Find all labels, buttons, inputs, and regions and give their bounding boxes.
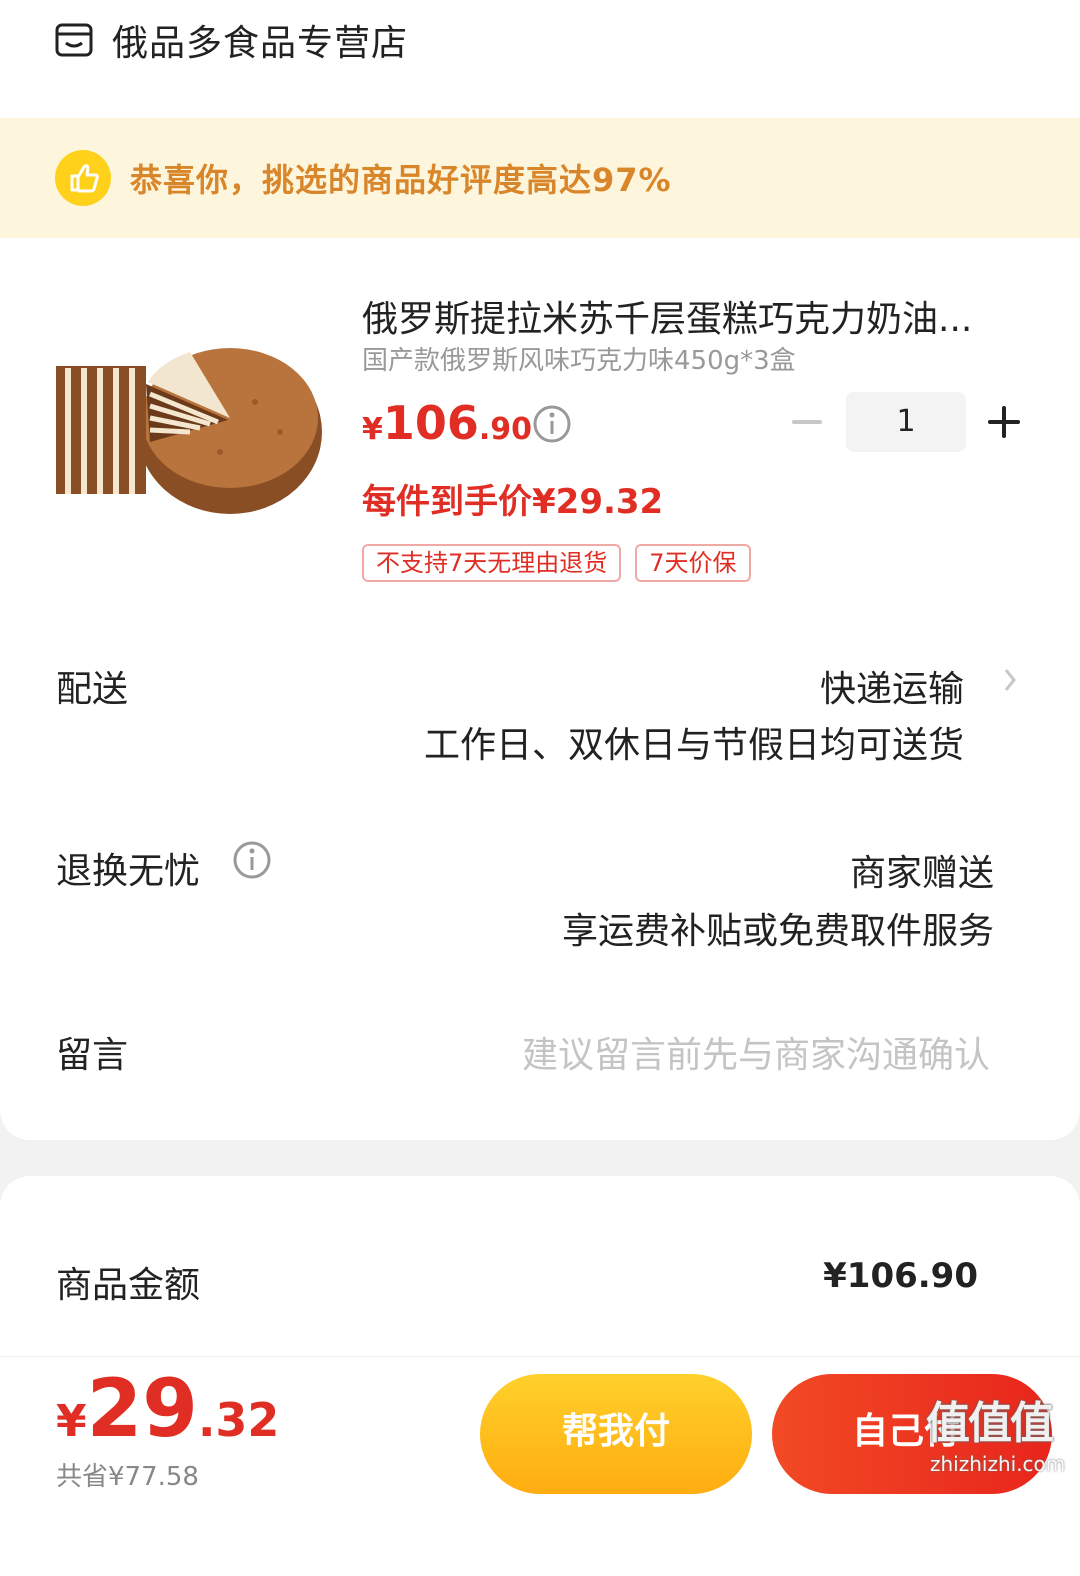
remark-input[interactable]: 建议留言前先与商家沟通确认 xyxy=(522,1026,990,1078)
increase-button[interactable] xyxy=(986,404,1022,440)
quantity-stepper: 1 xyxy=(790,392,1030,452)
quantity-value[interactable]: 1 xyxy=(846,392,966,452)
delivery-label: 配送 xyxy=(56,669,129,710)
total-integer: 29 xyxy=(86,1362,198,1455)
goods-amount-label: 商品金额 xyxy=(56,1265,201,1306)
product-title[interactable]: 俄罗斯提拉米苏千层蛋糕巧克力奶油... xyxy=(362,290,972,342)
rating-banner: 恭喜你，挑选的商品好评度高达97% xyxy=(0,118,1080,238)
service-tags: 不支持7天无理由退货 7天价保 xyxy=(362,544,765,582)
store-header[interactable]: 俄品多食品专营店 xyxy=(54,14,408,66)
decrease-button[interactable] xyxy=(790,410,824,434)
price-symbol: ¥ xyxy=(362,412,383,447)
returns-detail: 享运费补贴或免费取件服务 xyxy=(561,911,994,952)
goods-amount-value: ¥106.90 xyxy=(823,1256,978,1296)
returns-label: 退换无忧 xyxy=(56,851,201,892)
returns-info-icon[interactable] xyxy=(232,840,272,880)
price-info-icon[interactable] xyxy=(532,404,572,444)
product-price: ¥ 106 .90 xyxy=(362,396,532,450)
rating-text: 恭喜你，挑选的商品好评度高达97% xyxy=(130,161,672,199)
help-pay-button[interactable]: 帮我付 xyxy=(480,1374,752,1494)
tag-price-protect: 7天价保 xyxy=(635,544,751,582)
watermark-site: zhizhizhi.com xyxy=(930,1452,1066,1476)
thumbs-up-icon xyxy=(55,150,111,206)
total-decimal: .32 xyxy=(197,1393,280,1447)
total-symbol: ¥ xyxy=(56,1396,87,1447)
delivery-method[interactable]: 快递运输 xyxy=(820,660,964,712)
unit-price: 每件到手价¥29.32 xyxy=(362,482,664,522)
saved-amount: 共省¥77.58 xyxy=(56,1462,199,1492)
total-price: ¥ 29 .32 xyxy=(56,1364,279,1454)
product-image[interactable] xyxy=(50,322,330,522)
chevron-right-icon[interactable] xyxy=(1000,666,1020,694)
returns-value: 商家赠送 xyxy=(849,853,994,894)
store-name: 俄品多食品专营店 xyxy=(112,23,409,64)
remark-label: 留言 xyxy=(56,1035,129,1076)
price-integer: 106 xyxy=(382,396,479,450)
store-icon xyxy=(55,23,93,57)
delivery-detail: 工作日、双休日与节假日均可送货 xyxy=(423,725,964,766)
product-sku[interactable]: 国产款俄罗斯风味巧克力味450g*3盒 xyxy=(362,340,796,377)
tag-no-return: 不支持7天无理由退货 xyxy=(362,544,622,582)
price-decimal: .90 xyxy=(478,412,533,447)
